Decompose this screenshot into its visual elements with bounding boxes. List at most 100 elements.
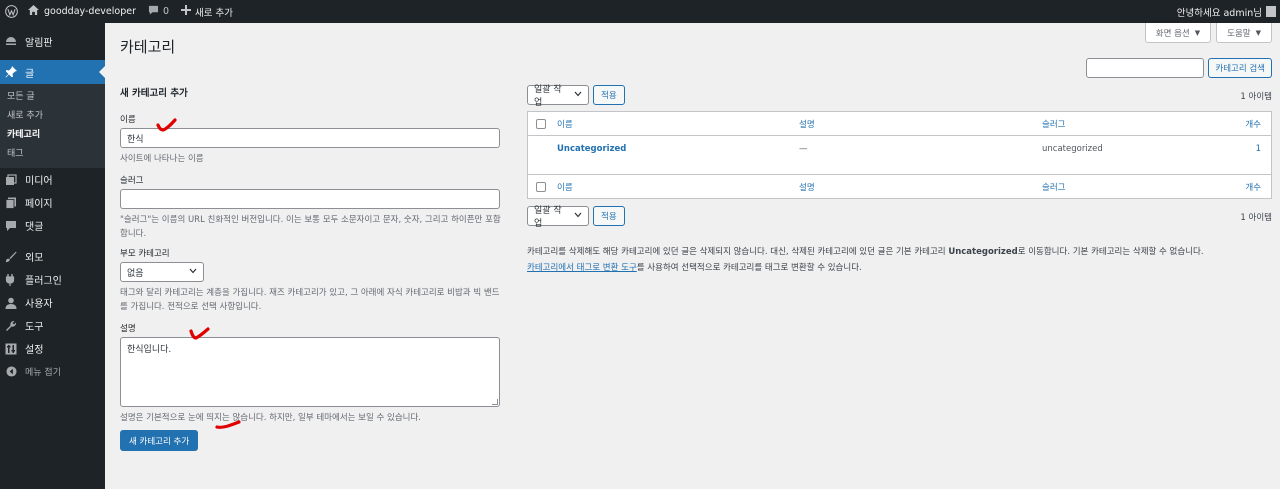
- site-name-link[interactable]: goodday-developer: [22, 0, 142, 23]
- help-button[interactable]: 도움말 ▼: [1216, 23, 1272, 43]
- submenu-categories[interactable]: 카테고리: [0, 126, 105, 145]
- menu-tools[interactable]: 도구: [0, 314, 105, 337]
- chevron-down-icon: [189, 267, 197, 277]
- admin-bar: goodday-developer 0 새로 추가 안녕하세요 admin님: [0, 0, 1280, 23]
- note-line-2: 카테고리에서 태그로 변환 도구를 사용하여 선택적으로 카테고리를 태그로 변…: [527, 260, 1272, 276]
- parent-help: 태그와 달리 카테고리는 계층을 가집니다. 재즈 카테고리가 있고, 그 아래…: [120, 288, 500, 312]
- dashboard-icon: [5, 36, 17, 48]
- greeting: 안녕하세요 admin님: [1176, 7, 1262, 19]
- wordpress-logo-icon[interactable]: [0, 0, 22, 23]
- menu-label: 미디어: [25, 176, 53, 187]
- screen-meta-links: 화면 옵션 ▼ 도움말 ▼: [1144, 23, 1272, 43]
- comments-link[interactable]: 0: [142, 0, 175, 23]
- menu-label: 글: [25, 68, 35, 80]
- note-text: 를 사용하여 선택적으로 카테고리를 태그로 변환할 수 있습니다.: [636, 263, 862, 273]
- search-input[interactable]: [1086, 58, 1205, 78]
- comment-icon: [5, 220, 17, 232]
- menu-media[interactable]: 미디어: [0, 168, 105, 191]
- table-row: Uncategorized — uncategorized 1: [528, 136, 1271, 174]
- description-textarea[interactable]: 한식입니다.: [120, 337, 500, 407]
- slug-field[interactable]: [120, 189, 500, 209]
- menu-label: 설정: [25, 345, 44, 356]
- menu-label: 사용자: [25, 299, 53, 310]
- column-name-header[interactable]: 이름: [557, 118, 573, 130]
- categories-table: 이름 설명 슬러그 개수 Uncategorized — uncategoriz…: [527, 111, 1272, 199]
- table-footer-row: 이름 설명 슬러그 개수: [528, 174, 1271, 198]
- column-description-header[interactable]: 설명: [799, 118, 815, 130]
- submenu-add-new[interactable]: 새로 추가: [0, 107, 105, 126]
- user-icon: [5, 297, 17, 309]
- select-all-checkbox[interactable]: [536, 118, 546, 129]
- menu-dashboard[interactable]: 알림판: [0, 30, 105, 53]
- parent-label: 부모 카테고리: [120, 249, 170, 259]
- new-content-link[interactable]: 새로 추가: [175, 0, 239, 23]
- add-category-form: 새 카테고리 추가 이름 한식 사이트에 나타나는 이름 슬러그 "슬러그"는 …: [120, 85, 502, 451]
- default-category-name: Uncategorized: [948, 247, 1018, 257]
- menu-label: 플러그인: [25, 276, 62, 287]
- row-description: —: [799, 144, 808, 154]
- checkmark-annotation-icon: [156, 118, 177, 132]
- slug-label: 슬러그: [120, 176, 144, 186]
- menu-comments[interactable]: 댓글: [0, 214, 105, 237]
- column-slug-header[interactable]: 슬러그: [1042, 118, 1065, 130]
- pin-icon: [5, 66, 17, 78]
- menu-label: 댓글: [25, 222, 44, 233]
- select-all-checkbox-footer[interactable]: [536, 181, 546, 192]
- menu-pages[interactable]: 페이지: [0, 191, 105, 214]
- tablenav-bottom: 일괄 작업 적용 1 아이템: [527, 206, 1272, 229]
- column-description-footer[interactable]: 설명: [799, 181, 815, 193]
- settings-icon: [5, 343, 17, 355]
- parent-select[interactable]: 없음: [120, 262, 204, 282]
- bulk-action-label: 일괄 작업: [534, 85, 562, 108]
- note-text: 카테고리를 삭제해도 해당 카테고리에 있던 글은 삭제되지 않습니다. 대신,…: [527, 247, 949, 257]
- name-help: 사이트에 나타나는 이름: [120, 154, 204, 164]
- item-count-bottom: 1 아이템: [1240, 213, 1272, 223]
- row-count-link[interactable]: 1: [1256, 144, 1261, 154]
- plus-icon: [181, 5, 192, 18]
- column-count-footer[interactable]: 개수: [1245, 181, 1261, 193]
- bulk-action-select[interactable]: 일괄 작업: [527, 85, 589, 108]
- menu-plugins[interactable]: 플러그인: [0, 268, 105, 291]
- converter-link[interactable]: 카테고리에서 태그로 변환 도구: [527, 263, 637, 273]
- menu-users[interactable]: 사용자: [0, 291, 105, 314]
- avatar: [1266, 6, 1276, 17]
- media-icon: [5, 173, 17, 186]
- apply-button-bottom[interactable]: 적용: [593, 206, 625, 226]
- page-icon: [5, 197, 17, 209]
- bulk-action-label: 일괄 작업: [534, 206, 562, 229]
- plugin-icon: [5, 273, 17, 286]
- delete-note: 카테고리를 삭제해도 해당 카테고리에 있던 글은 삭제되지 않습니다. 대신,…: [527, 244, 1272, 276]
- comment-bubble-icon: [148, 5, 159, 18]
- bulk-action-select-bottom[interactable]: 일괄 작업: [527, 206, 589, 229]
- slug-help: "슬러그"는 이름의 URL 친화적인 버전입니다. 이는 보통 모두 소문자이…: [120, 215, 501, 239]
- item-count: 1 아이템: [1240, 92, 1272, 102]
- menu-settings[interactable]: 설정: [0, 337, 105, 360]
- column-count-header[interactable]: 개수: [1245, 118, 1261, 130]
- column-slug-footer[interactable]: 슬러그: [1042, 181, 1065, 193]
- submenu-tags[interactable]: 태그: [0, 145, 105, 164]
- my-account-link[interactable]: 안녕하세요 admin님: [1177, 0, 1280, 23]
- row-name-link[interactable]: Uncategorized: [557, 144, 626, 154]
- add-category-button[interactable]: 새 카테고리 추가: [120, 430, 199, 451]
- apply-button[interactable]: 적용: [593, 85, 625, 105]
- description-text: 한식입니다.: [127, 345, 172, 355]
- collapse-icon: [5, 366, 17, 378]
- column-name-footer[interactable]: 이름: [557, 181, 573, 193]
- resize-handle[interactable]: [492, 399, 498, 405]
- screen-options-button[interactable]: 화면 옵션 ▼: [1144, 23, 1212, 43]
- menu-label: 페이지: [25, 199, 53, 210]
- menu-label: 도구: [25, 322, 44, 333]
- comments-count: 0: [163, 6, 170, 17]
- help-label: 도움말: [1227, 28, 1251, 39]
- main-content: 화면 옵션 ▼ 도움말 ▼ 카테고리 카테고리 검색 새 카테고리 추가 이름 …: [105, 23, 1280, 489]
- collapse-menu-button[interactable]: 메뉴 접기: [0, 360, 105, 383]
- submenu-all-posts[interactable]: 모든 글: [0, 88, 105, 107]
- note-text: 로 이동합니다. 기본 카테고리는 삭제할 수 없습니다.: [1017, 247, 1204, 257]
- menu-label: 알림판: [25, 38, 53, 49]
- home-icon: [28, 5, 39, 18]
- page-title: 카테고리: [120, 38, 176, 56]
- wrench-icon: [5, 320, 17, 332]
- menu-posts[interactable]: 글: [0, 60, 105, 84]
- search-categories-button[interactable]: 카테고리 검색: [1208, 58, 1272, 78]
- menu-appearance[interactable]: 외모: [0, 245, 105, 268]
